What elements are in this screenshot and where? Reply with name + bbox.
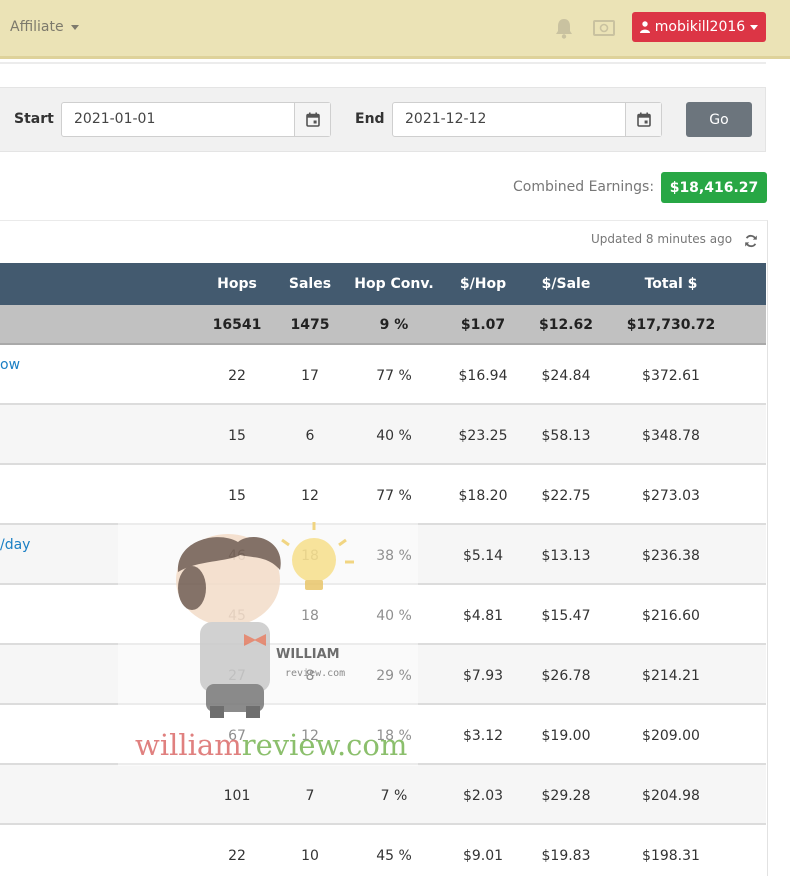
lightbulb-icon	[281, 522, 354, 590]
start-label: Start	[14, 111, 54, 127]
row-per-sale: $13.13	[541, 548, 591, 564]
row-per-hop: $7.93	[462, 668, 504, 684]
end-calendar-button[interactable]	[625, 103, 661, 136]
row-sales: 7	[305, 788, 315, 804]
total-per-hop: $1.07	[460, 317, 506, 333]
row-per-hop: $23.25	[458, 428, 508, 444]
watermark-sub: review.com	[285, 668, 346, 679]
row-per-sale: $26.78	[541, 668, 591, 684]
caret-down-icon	[750, 24, 759, 30]
row-sales: 6	[305, 428, 315, 444]
total-hop-conv: 9 %	[379, 317, 409, 333]
watermark-domain-part2: review.com	[241, 728, 408, 762]
header-hops[interactable]: Hops	[207, 276, 267, 292]
row-hops: 22	[228, 368, 246, 384]
row-hops: 101	[223, 788, 251, 804]
row-total: $209.00	[642, 728, 700, 744]
watermark-domain: williamreview.com	[135, 728, 407, 762]
bell-icon[interactable]	[554, 17, 574, 39]
user-menu-label: mobikill2016	[654, 19, 746, 35]
row-total: $214.21	[642, 668, 700, 684]
row-hop-conv: 77 %	[376, 368, 412, 384]
row-per-sale: $24.84	[541, 368, 591, 384]
row-per-hop: $3.12	[462, 728, 504, 744]
row-total: $236.38	[642, 548, 700, 564]
row-per-hop: $5.14	[462, 548, 504, 564]
header-sales[interactable]: Sales	[282, 276, 338, 292]
go-button[interactable]: Go	[686, 102, 752, 137]
refresh-icon[interactable]	[744, 234, 758, 248]
end-date-field[interactable]: 2021-12-12	[392, 102, 662, 137]
row-total: $204.98	[642, 788, 700, 804]
affiliate-menu[interactable]: Affiliate	[10, 19, 79, 35]
totals-row: 16541 1475 9 % $1.07 $12.62 $17,730.72	[0, 305, 766, 345]
watermark-domain-part1: william	[135, 728, 242, 762]
user-menu-button[interactable]: mobikill2016	[632, 12, 766, 42]
row-hops: 15	[228, 428, 246, 444]
combined-earnings-label: Combined Earnings:	[513, 179, 655, 195]
updated-text: Updated 8 minutes ago	[591, 232, 733, 246]
end-date-value[interactable]: 2021-12-12	[393, 103, 625, 136]
row-sales: 17	[301, 368, 319, 384]
total-total: $17,730.72	[626, 317, 716, 333]
header-total[interactable]: Total $	[618, 276, 724, 292]
row-per-hop: $16.94	[458, 368, 508, 384]
calendar-icon	[636, 112, 651, 127]
table-row: 101 7 7 % $2.03 $29.28 $204.98	[0, 765, 766, 825]
watermark-brand: WILLIAM	[276, 647, 340, 662]
start-date-field[interactable]: 2021-01-01	[61, 102, 331, 137]
header-per-sale[interactable]: $/Sale	[530, 276, 602, 292]
calendar-icon	[305, 112, 320, 127]
row-per-sale: $19.83	[541, 848, 591, 864]
row-per-sale: $19.00	[541, 728, 591, 744]
row-per-hop: $9.01	[462, 848, 504, 864]
row-total: $273.03	[642, 488, 700, 504]
top-navbar: Affiliate mobikill2016	[0, 0, 790, 59]
money-icon[interactable]	[593, 20, 615, 36]
affiliate-menu-label: Affiliate	[10, 19, 64, 35]
product-link[interactable]: ow	[0, 357, 20, 373]
header-hop-conv[interactable]: Hop Conv.	[350, 276, 438, 292]
table-header: Hops Sales Hop Conv. $/Hop $/Sale Total …	[0, 263, 766, 305]
row-per-sale: $15.47	[541, 608, 591, 624]
table-row: ow 22 17 77 % $16.94 $24.84 $372.61	[0, 345, 766, 405]
row-per-sale: $58.13	[541, 428, 591, 444]
table-row: 15 6 40 % $23.25 $58.13 $348.78	[0, 405, 766, 465]
table-row: 22 10 45 % $9.01 $19.83 $198.31	[0, 825, 766, 876]
start-date-value[interactable]: 2021-01-01	[62, 103, 294, 136]
row-total: $216.60	[642, 608, 700, 624]
row-hop-conv: 40 %	[376, 428, 412, 444]
row-per-hop: $2.03	[462, 788, 504, 804]
caret-down-icon	[70, 24, 79, 30]
divider	[0, 62, 766, 64]
end-label: End	[355, 111, 385, 127]
total-hops: 16541	[212, 317, 262, 333]
row-sales: 10	[301, 848, 319, 864]
row-per-sale: $29.28	[541, 788, 591, 804]
mascot-illustration	[176, 522, 354, 718]
row-per-hop: $18.20	[458, 488, 508, 504]
combined-earnings-badge: $18,416.27	[661, 172, 767, 203]
total-per-sale: $12.62	[538, 317, 594, 333]
row-per-hop: $4.81	[462, 608, 504, 624]
total-sales: 1475	[290, 317, 330, 333]
start-calendar-button[interactable]	[294, 103, 330, 136]
row-total: $348.78	[642, 428, 700, 444]
row-total: $372.61	[642, 368, 700, 384]
product-link[interactable]: /day	[0, 537, 30, 553]
row-per-sale: $22.75	[541, 488, 591, 504]
watermark: WILLIAM review.com	[118, 500, 418, 766]
header-per-hop[interactable]: $/Hop	[448, 276, 518, 292]
row-total: $198.31	[642, 848, 700, 864]
date-filter-panel: Start 2021-01-01 End 2021-12-12 Go	[0, 87, 766, 152]
user-icon	[639, 21, 650, 33]
row-hops: 22	[228, 848, 246, 864]
row-hop-conv: 45 %	[376, 848, 412, 864]
row-hop-conv: 7 %	[380, 788, 408, 804]
